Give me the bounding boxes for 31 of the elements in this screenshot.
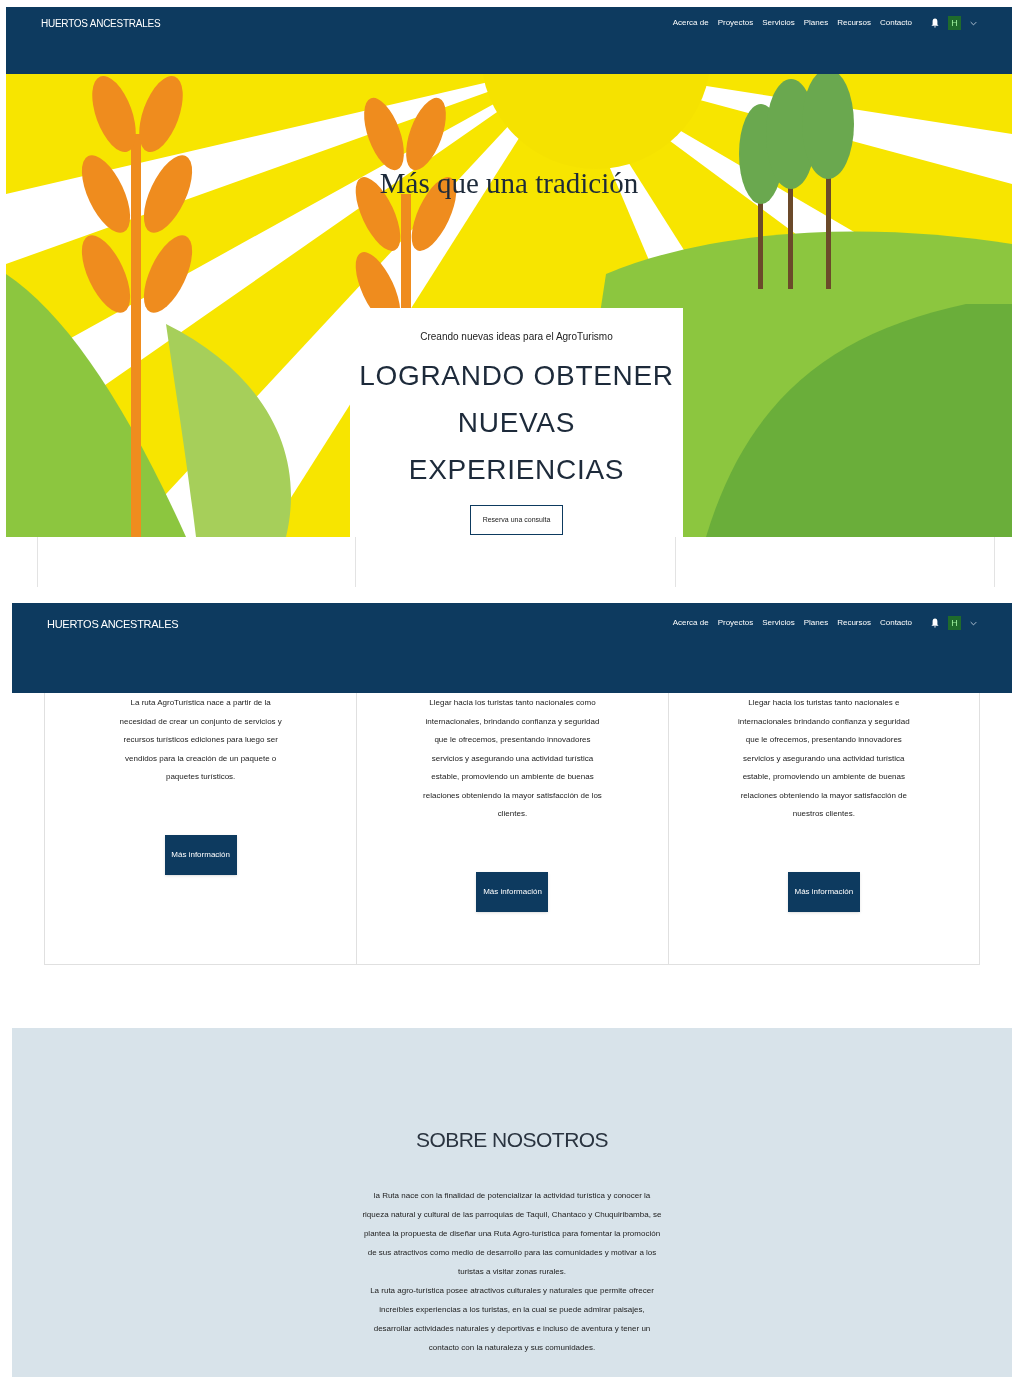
hero-heading: LOGRANDO OBTENER NUEVAS EXPERIENCIAS bbox=[359, 359, 674, 487]
chevron-down-icon[interactable] bbox=[970, 620, 977, 626]
user-avatar[interactable]: H bbox=[948, 16, 961, 30]
nav-link[interactable]: Recursos bbox=[837, 17, 871, 29]
about-title: SOBRE NOSOTROS bbox=[415, 1127, 609, 1153]
card-description: Llegar hacia los turistas tanto nacionales como internacionales, brindando confianza y seguridad que le ofrecemos, presentando innovadores servicios y asegurando una actividad turística estable, promoviendo un ambiente de buenas relaciones obteniendo la mayor satisfacción de los clientes. bbox=[422, 697, 603, 820]
site-brand[interactable]: HUERTOS ANCESTRALES bbox=[47, 616, 179, 633]
more-info-button[interactable]: Más información bbox=[787, 871, 860, 912]
nav-link[interactable]: Recursos bbox=[837, 617, 871, 629]
nav-link[interactable]: Proyectos bbox=[717, 17, 754, 29]
nav-link[interactable]: Contacto bbox=[879, 617, 912, 629]
card-description: La ruta AgroTurística nace a partir de la necesidad de crear un conjunto de servicios y recursos turísticos ediciones para luego ser vendidos para la creación de un paquete o paquetes turísticos. bbox=[118, 697, 283, 783]
nav-link[interactable]: Servicios bbox=[762, 17, 795, 29]
nav-link[interactable]: Acerca de bbox=[672, 617, 709, 629]
notification-bell-icon[interactable] bbox=[931, 18, 939, 28]
hero-subtitle: Creando nuevas ideas para el AgroTurismo bbox=[420, 330, 613, 344]
about-paragraph: La ruta agro-turística posee atractivos culturales y naturales que permite ofrecer increíbles experiencias a los turistas, en la cual se puede admirar paisajes, desarrollar actividades naturales y deportivas e incluso de aventura y tener un contacto con la naturaleza y sus comunidades. bbox=[369, 1284, 655, 1354]
about-paragraph: la Ruta nace con la finalidad de potencializar la actividad turística y conocer la riqueza natural y cultural de las parroquias de Taquil, Chantaco y Chuquiribamba, se plantea la propuesta de diseñar una Ruta Agro-turística para fomentar la promoción de sus atractivos como medio de desarrollo para las comunidades y motivar a los turistas a visitar zonas rurales. bbox=[362, 1189, 662, 1278]
nav-link[interactable]: Proyectos bbox=[717, 617, 754, 629]
nav-link[interactable]: Planes bbox=[803, 617, 829, 629]
more-info-button[interactable]: Más información bbox=[476, 871, 549, 912]
nav-link[interactable]: Acerca de bbox=[672, 17, 709, 29]
more-info-button[interactable]: Más información bbox=[164, 834, 237, 875]
user-avatar[interactable]: H bbox=[948, 616, 961, 630]
nav-link[interactable]: Contacto bbox=[879, 17, 912, 29]
nav-link[interactable]: Servicios bbox=[762, 617, 795, 629]
site-brand[interactable]: HUERTOS ANCESTRALES bbox=[41, 16, 161, 31]
card-description: Llegar hacia los turistas tanto nacionales e internacionales brindando confianza y seguridad que le ofrecemos, presentando innovadores servicios y asegurando una actividad turística estable, promoviendo un ambiente de buenas relaciones obteniendo la mayor satisfacción de nuestros clientes. bbox=[737, 697, 911, 820]
nav-link[interactable]: Planes bbox=[803, 17, 829, 29]
chevron-down-icon[interactable] bbox=[970, 20, 977, 26]
notification-bell-icon[interactable] bbox=[931, 618, 939, 628]
